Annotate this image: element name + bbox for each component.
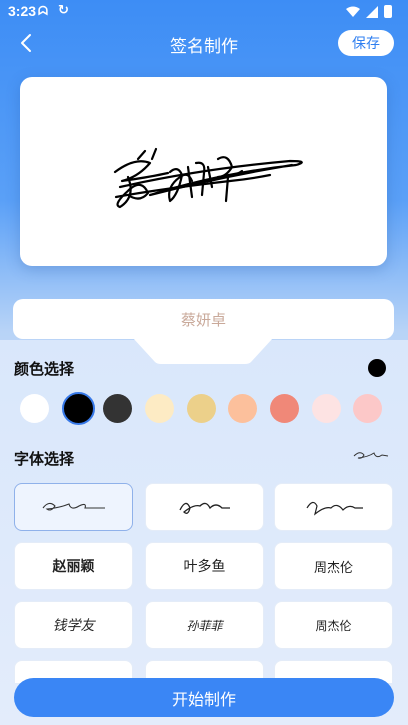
font-option[interactable] (274, 483, 393, 531)
wifi-icon (346, 6, 360, 17)
color-swatch[interactable] (270, 394, 299, 423)
font-preview-signature (353, 452, 389, 459)
color-swatch[interactable] (353, 394, 382, 423)
signature-name-input[interactable] (13, 299, 394, 339)
save-button[interactable]: 保存 (338, 30, 394, 56)
font-option[interactable] (145, 483, 264, 531)
signature-canvas (20, 77, 387, 266)
color-swatch[interactable] (228, 394, 257, 423)
font-section-title: 字体选择 (14, 450, 75, 468)
panel-notch (133, 338, 273, 364)
font-option[interactable]: 周杰伦 (274, 601, 393, 649)
color-swatch[interactable] (20, 394, 49, 423)
font-option[interactable]: 叶多鱼 (145, 542, 264, 590)
font-sample-signature (305, 501, 363, 516)
color-section-title: 颜色选择 (14, 360, 75, 378)
status-icons (346, 5, 392, 18)
font-option[interactable]: 周杰伦 (274, 542, 393, 590)
sync-icon: ↻ (58, 3, 69, 18)
font-option[interactable] (14, 483, 133, 531)
font-sample-signature (42, 502, 105, 511)
status-time: 3:23 (8, 3, 37, 19)
font-sample-signature (178, 502, 230, 514)
signature-drawing (113, 147, 303, 209)
font-option[interactable]: 钱学友 (14, 601, 133, 649)
current-color-indicator (368, 359, 386, 377)
signal-icon (366, 5, 378, 18)
color-swatch[interactable] (187, 394, 216, 423)
color-swatches (20, 392, 390, 425)
battery-icon (384, 5, 392, 18)
notification-icon: ᗣ (38, 4, 48, 18)
font-grid: 赵丽颖 叶多鱼 周杰伦 钱学友 孙菲菲 周杰伦 (0, 483, 408, 683)
font-option[interactable]: 孙菲菲 (145, 601, 264, 649)
start-button[interactable]: 开始制作 (14, 678, 394, 717)
color-swatch[interactable] (103, 394, 132, 423)
color-swatch[interactable] (145, 394, 174, 423)
status-bar: 3:23 ᗣ ↻ (0, 0, 408, 24)
color-swatch[interactable] (312, 394, 341, 423)
color-swatch[interactable] (62, 392, 95, 425)
font-option[interactable]: 赵丽颖 (14, 542, 133, 590)
